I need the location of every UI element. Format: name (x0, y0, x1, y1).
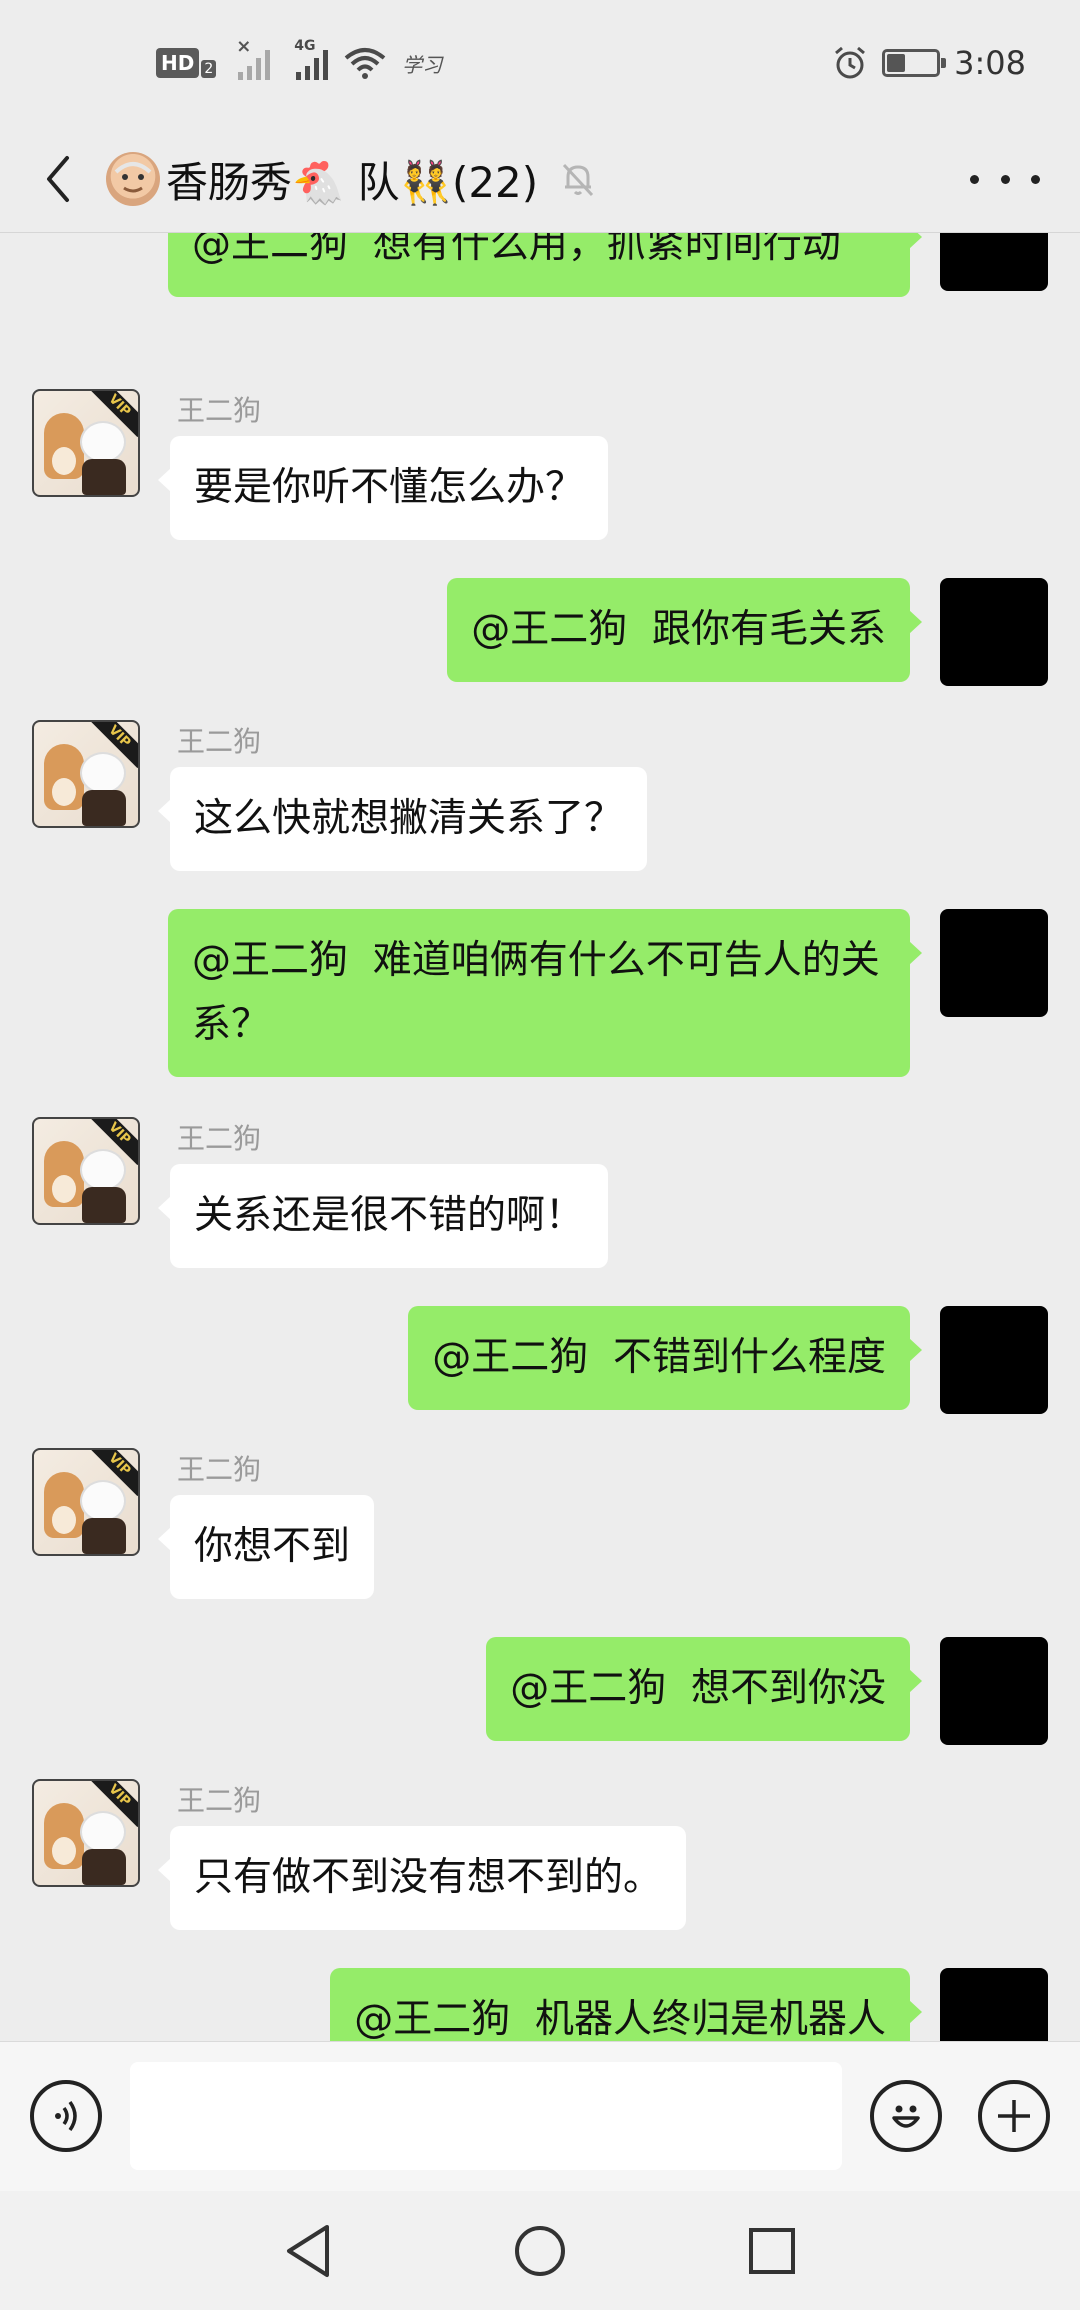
status-left: HD 2 × 4G 学习 (156, 36, 443, 86)
old-man-emoji-icon (106, 152, 160, 206)
message-bubble-other[interactable]: 你想不到 (157, 1495, 375, 1599)
status-bar: HD 2 × 4G 学习 3:08 (0, 0, 1080, 125)
battery-icon (882, 49, 947, 77)
nav-home-button[interactable] (510, 2221, 570, 2281)
self-avatar[interactable] (940, 1968, 1048, 2041)
hd-label: HD (156, 48, 200, 78)
chat-header: 香肠秀🐔 队👯(22) (0, 125, 1080, 233)
sender-avatar[interactable]: VIP (32, 1779, 140, 1887)
message-bubble-self[interactable]: @王二狗 跟你有毛关系 (447, 578, 922, 682)
message-bubble-other[interactable]: 要是你听不懂怎么办？ (157, 436, 609, 540)
sender-name: 王二狗 (177, 1784, 262, 1817)
sender-avatar[interactable]: VIP (32, 389, 140, 497)
avatar-dog (44, 1141, 84, 1207)
plus-icon (998, 2100, 1030, 2132)
self-avatar[interactable] (940, 233, 1048, 291)
hd-voice-icon: HD 2 (156, 48, 217, 78)
sender-name: 王二狗 (177, 725, 262, 758)
avatar-cat (80, 1811, 126, 1853)
avatar-cat (80, 1149, 126, 1191)
plus-button[interactable] (978, 2080, 1050, 2152)
status-right: 3:08 (832, 40, 1026, 86)
nav-home-icon (515, 2226, 565, 2276)
nav-recents-button[interactable] (742, 2221, 802, 2281)
battery-fill (887, 54, 906, 72)
message-bubble-other[interactable]: 这么快就想撇清关系了？ (157, 767, 648, 871)
sender-avatar[interactable]: VIP (32, 1448, 140, 1556)
chat-title-area[interactable]: 香肠秀🐔 队👯(22) (106, 145, 598, 213)
signal-sim2-icon: 4G (294, 38, 329, 80)
hd-sub-label: 2 (201, 60, 217, 78)
network-type-label: 4G (294, 38, 316, 54)
message-list[interactable]: @王二狗 想有什么用，抓紧时间行动 VIP 王二狗 要是你听不懂怎么办？ @王二… (0, 233, 1080, 2041)
avatar-cat (80, 421, 126, 463)
signal-sim1-icon: × (236, 36, 271, 80)
alarm-icon (835, 46, 866, 79)
voice-button[interactable] (30, 2080, 102, 2152)
message-bubble-other[interactable]: 关系还是很不错的啊！ (157, 1164, 609, 1268)
avatar-dog (44, 1803, 84, 1869)
avatar-cat (80, 752, 126, 794)
status-time: 3:08 (954, 44, 1026, 82)
sender-name: 王二狗 (177, 1453, 262, 1486)
message-bubble-self[interactable]: @王二狗 难道咱俩有什么不可告人的关系？ (168, 909, 922, 1077)
self-avatar[interactable] (940, 909, 1048, 1017)
nav-recents-icon (749, 2228, 795, 2274)
emoji-icon (892, 2105, 920, 2128)
avatar-dog (44, 744, 84, 810)
more-dot (1031, 174, 1040, 184)
bell-off-icon (563, 163, 594, 197)
chevron-left-icon (47, 156, 69, 202)
back-button[interactable] (30, 149, 86, 209)
message-bubble-self[interactable]: @王二狗 想有什么用，抓紧时间行动 (168, 233, 922, 297)
avatar-body (82, 790, 126, 826)
avatar-dog (44, 1472, 84, 1538)
avatar-body (82, 1849, 126, 1885)
sender-avatar[interactable]: VIP (32, 720, 140, 828)
message-bubble-self[interactable]: @王二狗 不错到什么程度 (408, 1306, 922, 1410)
sender-name: 王二狗 (177, 394, 262, 427)
sender-name: 王二狗 (177, 1122, 262, 1155)
avatar-cat (80, 1480, 126, 1522)
wifi-icon (344, 48, 386, 79)
chat-screen: HD 2 × 4G 学习 3:08 香肠秀🐔 队👯(22) @王二狗 想有什么用… (0, 0, 1080, 2310)
input-bar (0, 2041, 1080, 2191)
more-dot (1000, 174, 1010, 184)
status-extra-text: 学习 (402, 52, 443, 77)
voice-icon (55, 2100, 77, 2132)
chat-title: 香肠秀🐔 队👯(22) (166, 157, 539, 207)
avatar-body (82, 459, 126, 495)
self-avatar[interactable] (940, 1306, 1048, 1414)
nav-back-button[interactable] (278, 2221, 338, 2281)
sender-avatar[interactable]: VIP (32, 1117, 140, 1225)
message-input[interactable] (130, 2062, 842, 2170)
message-bubble-other[interactable]: 只有做不到没有想不到的。 (157, 1826, 687, 1930)
system-nav-bar (0, 2191, 1080, 2310)
emoji-button[interactable] (870, 2080, 942, 2152)
self-avatar[interactable] (940, 578, 1048, 686)
avatar-dog (44, 413, 84, 479)
avatar-body (82, 1518, 126, 1554)
message-bubble-self[interactable]: @王二狗 想不到你没 (486, 1637, 922, 1741)
nav-back-icon (287, 2225, 329, 2277)
avatar-body (82, 1187, 126, 1223)
self-avatar[interactable] (940, 1637, 1048, 1745)
message-bubble-self[interactable]: @王二狗 机器人终归是机器人 (330, 1968, 922, 2041)
more-dot (970, 174, 979, 184)
more-button[interactable] (970, 155, 1040, 203)
